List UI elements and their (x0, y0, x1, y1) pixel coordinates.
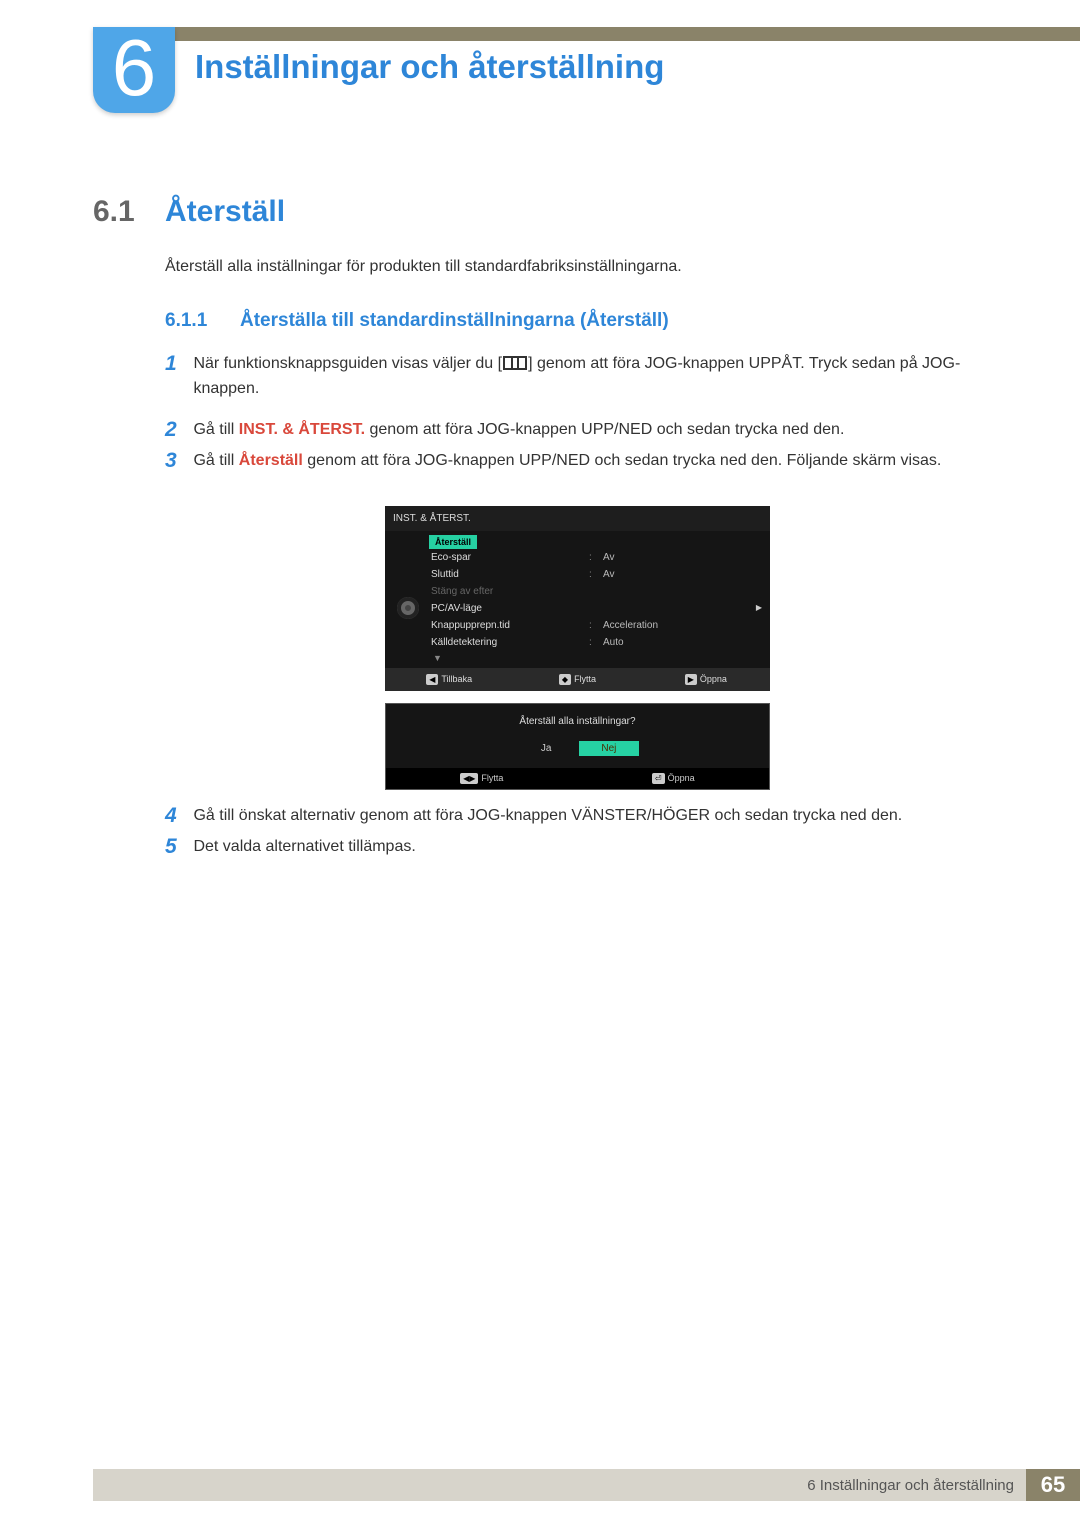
step-number: 1 (165, 352, 189, 376)
section-number: 6.1 (93, 195, 135, 229)
step-bold: INST. & ÅTERST. (239, 421, 365, 438)
step-text-pre: Gå till (193, 421, 238, 438)
osd-highlight: Återställ (429, 535, 477, 549)
page-footer-text: 6 Inställningar och återställning (807, 1477, 1026, 1494)
chevron-down-icon: ▼ (385, 651, 770, 668)
step-bold: Återställ (239, 452, 303, 469)
reset-dialog: Återställ alla inställningar? Ja Nej ◀▶F… (385, 703, 770, 790)
step-number: 2 (165, 418, 189, 442)
osd-row-value: Acceleration (603, 620, 658, 631)
osd-footer-back: ◀Tillbaka (385, 674, 513, 685)
osd-row-label: Källdetektering (429, 637, 589, 648)
osd-row-label: Knappupprepn.tid (429, 620, 589, 631)
step-text-pre: Gå till (193, 452, 238, 469)
step-text-pre: När funktionsknappsguiden visas väljer d… (193, 355, 502, 372)
osd-footer-open: ▶Öppna (642, 674, 770, 685)
subsection-title: Återställa till standardinställningarna … (240, 310, 669, 332)
osd-row-label: PC/AV-läge (429, 603, 589, 614)
osd-row-value: Av (603, 569, 615, 580)
dialog-question: Återställ alla inställningar? (386, 704, 769, 737)
osd-title: INST. & ÅTERST. (385, 506, 770, 531)
osd-row-label: Sluttid (429, 569, 589, 580)
step-text: Det valda alternativet tillämpas. (193, 835, 415, 860)
osd-row-label: Stäng av efter (429, 586, 589, 597)
header-bar (174, 27, 1080, 41)
osd-footer: ◀Tillbaka ◆Flytta ▶Öppna (385, 668, 770, 691)
section-intro: Återställ alla inställningar för produkt… (165, 258, 682, 276)
step-4: 4 Gå till önskat alternativ genom att fö… (165, 804, 902, 829)
dialog-yes: Ja (516, 741, 576, 756)
step-number: 5 (165, 835, 189, 859)
step-3: 3 Gå till Återställ genom att föra JOG-k… (165, 449, 941, 474)
step-number: 3 (165, 449, 189, 473)
step-text: När funktionsknappsguiden visas väljer d… (193, 352, 983, 402)
step-5: 5 Det valda alternativet tillämpas. (165, 835, 416, 860)
dialog-footer-open: ⏎Öppna (578, 773, 770, 784)
step-text: Gå till Återställ genom att föra JOG-kna… (193, 449, 941, 474)
step-text: Gå till önskat alternativ genom att föra… (193, 804, 902, 829)
page-number: 65 (1026, 1469, 1080, 1501)
step-text: Gå till INST. & ÅTERST. genom att föra J… (193, 418, 844, 443)
osd-row-label: Eco-spar (429, 552, 589, 563)
menu-icon (503, 356, 527, 370)
step-number: 4 (165, 804, 189, 828)
osd-row-value: Av (603, 552, 615, 563)
step-1: 1 När funktionsknappsguiden visas väljer… (165, 352, 983, 402)
osd-footer-move: ◆Flytta (513, 674, 641, 685)
chapter-title: Inställningar och återställning (195, 48, 664, 86)
step-2: 2 Gå till INST. & ÅTERST. genom att föra… (165, 418, 844, 443)
osd-menu: INST. & ÅTERST. Återställ Eco-spar:Av Sl… (385, 506, 770, 790)
dialog-no: Nej (579, 741, 639, 756)
section-title: Återställ (165, 195, 285, 229)
step-text-post: genom att föra JOG-knappen UPP/NED och s… (365, 421, 844, 438)
chapter-number-badge: 6 (93, 27, 175, 113)
subsection-number: 6.1.1 (165, 310, 207, 332)
page-footer: 6 Inställningar och återställning 65 (93, 1469, 1080, 1501)
chevron-right-icon: ▶ (756, 603, 762, 614)
osd-row-value: Auto (603, 637, 624, 648)
dialog-footer-move: ◀▶Flytta (386, 773, 578, 784)
step-text-post: genom att föra JOG-knappen UPP/NED och s… (303, 452, 942, 469)
